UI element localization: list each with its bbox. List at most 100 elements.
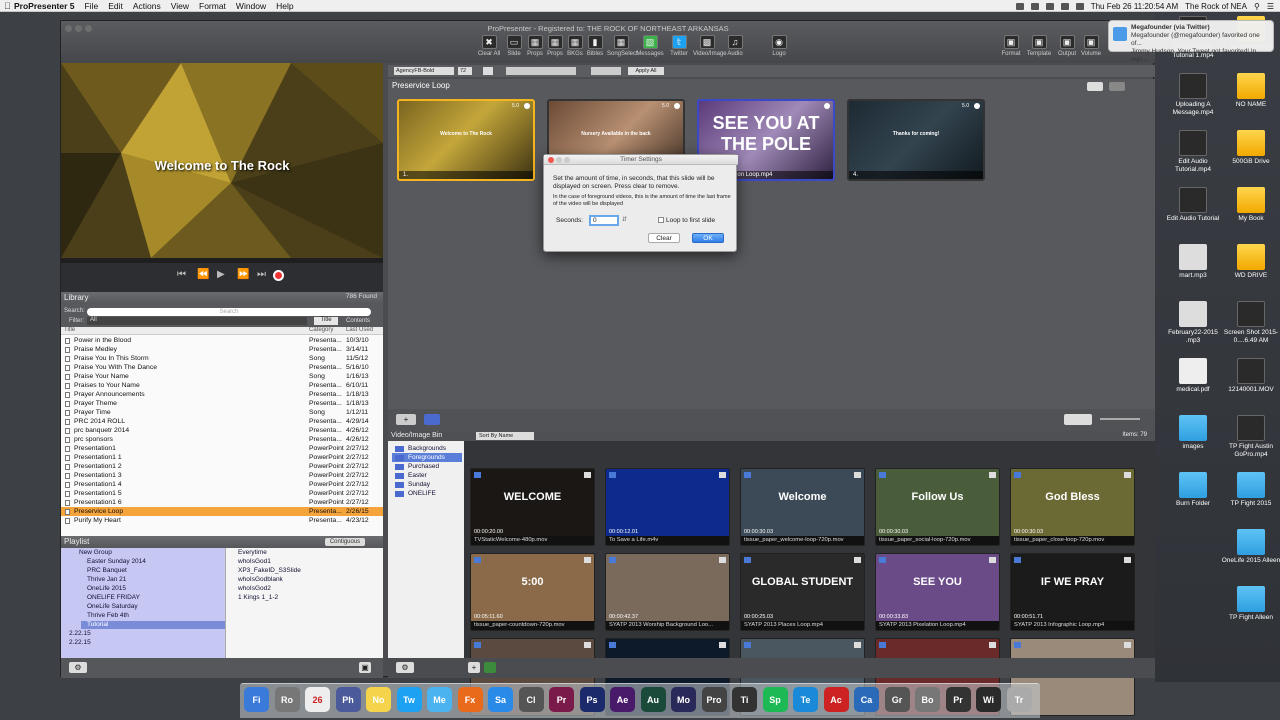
desktop-icon[interactable]: medical.pdf (1163, 358, 1223, 394)
list-item[interactable]: whoIsGodblank (230, 576, 283, 584)
dock-app-icon[interactable]: Ph (335, 687, 361, 712)
list-item[interactable]: 2.22.15 (63, 639, 225, 647)
filter-select[interactable]: All (87, 317, 307, 325)
bin-item[interactable]: 5:00 00:05:11.60 tissue_paper-countdown-72… (470, 553, 595, 631)
menu-help[interactable]: Help (271, 1, 298, 11)
bin-item[interactable]: 00:00:12.01 To Save a Life.m4v (605, 468, 730, 546)
menu-app-name[interactable]: ProPresenter 5 (0, 1, 79, 11)
slide-thumbnail[interactable]: Welcome to The Rock 5.0 1. (397, 99, 535, 181)
clock-icon[interactable] (974, 103, 980, 109)
table-row[interactable]: Praise Your Name Song 1/16/13 (61, 372, 383, 381)
options-icon[interactable] (989, 642, 996, 648)
dialog-close-button[interactable] (548, 157, 554, 163)
list-item[interactable]: OneLife Saturday (81, 603, 225, 611)
table-row[interactable]: Prayer Theme Presenta... 1/18/13 (61, 399, 383, 408)
list-item[interactable]: XP3_FakeID_S3Slide (230, 567, 301, 575)
toolbar-songselect-button[interactable]: ▦ SongSelect (607, 35, 638, 57)
fast-forward-icon[interactable]: ⏩ (237, 269, 249, 280)
list-item[interactable]: Everytime (230, 549, 267, 557)
bin-item[interactable]: GLOBAL STUDENT 00:00:25.03 SYATP 2013 Plac… (740, 553, 865, 631)
list-item[interactable]: OneLife 2015 (81, 585, 225, 593)
bin-item[interactable]: 00:00:42.37 SYATP 2013 Worship Background… (605, 553, 730, 631)
bin-category[interactable]: Foregrounds (392, 453, 462, 462)
apple-icon[interactable]:  (4, 1, 11, 11)
desktop-icon[interactable]: Edit Audio Tutorial (1163, 187, 1223, 223)
dock-app-icon[interactable]: Sa (488, 687, 513, 712)
desktop-icon[interactable]: 12140001.MOV (1221, 358, 1280, 394)
table-row[interactable]: Presentation1 1 PowerPoint 2/27/12 (61, 453, 383, 462)
play-icon[interactable]: ▶ (217, 269, 225, 280)
bin-item[interactable]: God Bless 00:00:30.03 tissue_paper_close-l… (1010, 468, 1135, 546)
rewind-icon[interactable]: ⏪ (197, 269, 209, 280)
wifi-icon[interactable] (1045, 2, 1054, 10)
options-icon[interactable] (854, 642, 861, 648)
clear-button[interactable]: Clear (648, 233, 680, 243)
table-row[interactable]: PRC 2014 ROLL Presenta... 4/29/14 (61, 417, 383, 426)
sort-select[interactable]: Sort By Name (476, 432, 534, 440)
menu-format[interactable]: Format (194, 1, 231, 11)
options-icon[interactable] (989, 557, 996, 563)
desktop-icon[interactable]: Edit Audio Tutorial.mp4 (1163, 130, 1223, 173)
options-icon[interactable] (1124, 472, 1131, 478)
table-row[interactable]: prc sponsors Presenta... 4/26/12 (61, 435, 383, 444)
dock-app-icon[interactable]: Fi (244, 687, 269, 712)
table-row[interactable]: Presentation1 4 PowerPoint 2/27/12 (61, 480, 383, 489)
options-icon[interactable] (719, 472, 726, 478)
slide-thumbnail[interactable]: Thanks for coming! 5.0 4. (847, 99, 985, 181)
menu-window[interactable]: Window (231, 1, 271, 11)
menu-edit[interactable]: Edit (103, 1, 128, 11)
options-icon[interactable] (584, 642, 591, 648)
bin-category[interactable]: ONELIFE (392, 489, 462, 498)
loop-checkbox[interactable]: Loop to first slide (658, 217, 715, 224)
options-icon[interactable] (1124, 642, 1131, 648)
column-title[interactable]: Title (64, 327, 75, 333)
dock-app-icon[interactable]: Ti (732, 687, 757, 712)
notification-center-icon[interactable]: ☰ (1267, 2, 1274, 11)
slide-layout-icon[interactable] (1087, 82, 1103, 91)
table-row[interactable]: Presentation1 5 PowerPoint 2/27/12 (61, 489, 383, 498)
dock-app-icon[interactable]: Cl (518, 687, 544, 712)
options-icon[interactable] (854, 472, 861, 478)
battery-icon[interactable] (1075, 2, 1084, 10)
options-icon[interactable] (584, 557, 591, 563)
font-select[interactable]: AgencyFB-Bold (394, 67, 454, 75)
desktop-icon[interactable]: 500GB Drive (1221, 130, 1280, 166)
bin-category[interactable]: Easter (392, 471, 462, 480)
table-row[interactable]: Praise Medley Presenta... 3/14/11 (61, 345, 383, 354)
toolbar-format-button[interactable]: ▣ Format (997, 35, 1025, 57)
volume-icon[interactable] (1060, 2, 1069, 10)
clock-icon[interactable] (824, 103, 830, 109)
desktop-icon[interactable]: TP Fight 2015 (1221, 472, 1280, 508)
dock-app-icon[interactable]: Tw (396, 687, 422, 712)
table-row[interactable]: Power in the Blood Presenta... 10/3/10 (61, 336, 383, 345)
table-row[interactable]: Purify My Heart Presenta... 4/23/12 (61, 516, 383, 525)
options-icon[interactable] (584, 472, 591, 478)
gear-icon[interactable]: ⚙ (69, 662, 87, 673)
dock-app-icon[interactable]: 26 (305, 687, 330, 712)
table-row[interactable]: Praise You With The Dance Presenta... 5/16… (61, 363, 383, 372)
twitter-status-icon[interactable] (1030, 2, 1039, 10)
alignment-buttons[interactable] (506, 67, 576, 75)
dock-app-icon[interactable]: Ca (854, 687, 879, 712)
apply-all-button[interactable]: Apply All (628, 67, 664, 75)
menu-actions[interactable]: Actions (128, 1, 166, 11)
dock-app-icon[interactable]: Pr (945, 687, 971, 712)
menu-file[interactable]: File (79, 1, 103, 11)
toolbar-clear-all-button[interactable]: ✖ Clear All (475, 35, 503, 57)
menu-user[interactable]: The Rock of NEA (1185, 2, 1247, 11)
list-item[interactable]: New Group (73, 549, 225, 557)
options-icon[interactable] (1124, 557, 1131, 563)
view-mode-buttons[interactable] (1064, 414, 1092, 425)
dock-app-icon[interactable]: Ae (610, 687, 635, 712)
toolbar-logo-button[interactable]: ◉ Logo (765, 35, 793, 57)
toolbar-volume-button[interactable]: ▣ Volume (1077, 35, 1105, 57)
table-row[interactable]: Praises to Your Name Presenta... 6/10/11 (61, 381, 383, 390)
expand-icon[interactable]: ▣ (359, 662, 371, 673)
font-size-select[interactable]: 72 (458, 67, 472, 75)
dock-app-icon[interactable]: Ro (274, 687, 300, 712)
dock-app-icon[interactable]: Fx (457, 687, 483, 712)
desktop-icon[interactable]: mart.mp3 (1163, 244, 1223, 280)
status-icon[interactable] (1015, 2, 1024, 10)
preview-scrubber[interactable] (61, 258, 383, 263)
table-row[interactable]: Preservice Loop Presenta... 2/26/15 (61, 507, 383, 516)
